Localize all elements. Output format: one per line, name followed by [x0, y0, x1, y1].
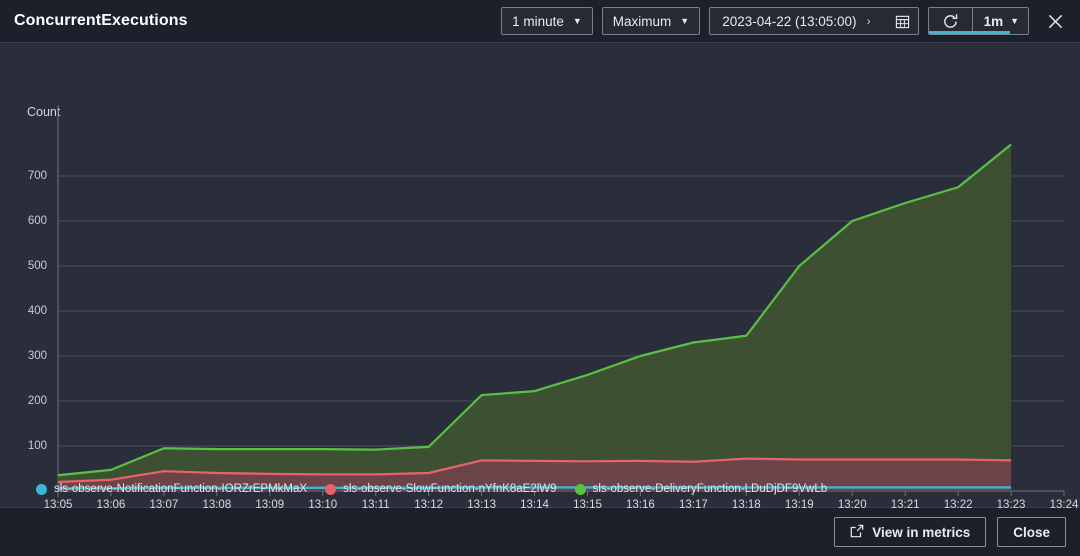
x-tick-label: 13:14: [520, 499, 549, 511]
x-tick-label: 13:16: [626, 499, 655, 511]
refresh-progress-bar: [928, 31, 1011, 34]
x-tick-label: 13:18: [731, 499, 761, 511]
x-tick-label: 13:20: [837, 499, 867, 511]
y-tick-label: 600: [27, 215, 47, 227]
close-button-label: Close: [1013, 524, 1050, 540]
refresh-interval-label: 1m: [983, 13, 1004, 29]
x-tick-label: 13:08: [202, 499, 232, 511]
x-tick-label: 13:23: [996, 499, 1026, 511]
y-tick-label: 700: [27, 170, 47, 182]
y-tick-label: 100: [27, 440, 47, 452]
calendar-icon: [895, 14, 910, 29]
y-axis-ticks: 0100200300400500600700: [0, 43, 52, 507]
widget-header: ConcurrentExecutions 1 minute ▼ Maximum …: [0, 0, 1080, 43]
view-in-metrics-label: View in metrics: [872, 524, 971, 540]
x-tick-label: 13:21: [890, 499, 920, 511]
x-tick-label: 13:05: [43, 499, 73, 511]
widget-footer: View in metrics Close: [0, 507, 1080, 556]
chart-plot-area[interactable]: 010020030040050060070013:0513:0613:0713:…: [0, 43, 1080, 511]
y-tick-label: 200: [27, 395, 47, 407]
x-tick-label: 13:09: [255, 499, 285, 511]
header-controls: 1 minute ▼ Maximum ▼ 2023-04-22 (13:05:0…: [501, 7, 1068, 35]
legend-label: sls-observe-DeliveryFunction-LDuDjDF9VwL…: [592, 483, 828, 495]
view-in-metrics-button[interactable]: View in metrics: [834, 517, 987, 547]
y-tick-label: 300: [27, 350, 47, 362]
x-tick-label: 13:15: [573, 499, 602, 511]
legend-swatch: [36, 483, 47, 495]
x-tick-label: 13:13: [467, 499, 496, 511]
chevron-down-icon: ▼: [572, 15, 582, 26]
legend-item[interactable]: sls-observe-DeliveryFunction-LDuDjDF9VwL…: [574, 483, 828, 495]
legend-label: sls-observe-NotificationFunction-IORZrEP…: [54, 483, 308, 495]
legend-item[interactable]: sls-observe-SlowFunction-nYfnK8aE2lW9: [325, 483, 557, 495]
refresh-icon: [943, 13, 957, 28]
page-title: ConcurrentExecutions: [14, 12, 188, 29]
x-tick-label: 13:22: [943, 499, 973, 511]
statistic-dropdown[interactable]: Maximum ▼: [601, 7, 701, 35]
y-tick-label: 400: [27, 305, 47, 317]
chart-body: Count 010020030040050060070013:0513:0613…: [0, 43, 1080, 511]
legend-swatch: [325, 483, 337, 495]
series-area: [58, 144, 1012, 491]
chart-legend: sls-observe-NotificationFunction-IORZrEP…: [36, 483, 827, 495]
legend-item[interactable]: sls-observe-NotificationFunction-IORZrEP…: [36, 483, 307, 495]
date-range-picker[interactable]: 2023-04-22 (13:05:00) ›: [709, 7, 919, 35]
x-tick-label: 13:11: [361, 499, 390, 511]
y-tick-label: 500: [27, 260, 47, 272]
metric-widget: ConcurrentExecutions 1 minute ▼ Maximum …: [0, 0, 1080, 556]
x-tick-label: 13:17: [678, 499, 708, 511]
legend-swatch: [574, 483, 586, 495]
x-tick-label: 13:24: [1049, 499, 1079, 511]
range-start: 2023-04-22 (13:05:00): [722, 13, 857, 29]
x-tick-label: 13:12: [414, 499, 444, 511]
refresh-control-group[interactable]: 1m ▼: [927, 7, 1029, 35]
x-tick-label: 13:19: [784, 499, 814, 511]
statistic-label: Maximum: [612, 13, 672, 29]
chevron-right-icon: ›: [866, 14, 871, 28]
close-button[interactable]: Close: [997, 517, 1066, 547]
x-tick-label: 13:06: [96, 499, 126, 511]
period-label: 1 minute: [512, 13, 564, 29]
close-icon[interactable]: [1042, 8, 1068, 34]
x-tick-label: 13:10: [308, 499, 338, 511]
x-tick-label: 13:07: [149, 499, 179, 511]
chevron-down-icon: ▼: [680, 15, 690, 26]
period-dropdown[interactable]: 1 minute ▼: [501, 7, 593, 35]
external-link-icon: [850, 524, 864, 541]
legend-label: sls-observe-SlowFunction-nYfnK8aE2lW9: [343, 483, 557, 495]
chevron-down-icon: ▼: [1010, 15, 1019, 26]
